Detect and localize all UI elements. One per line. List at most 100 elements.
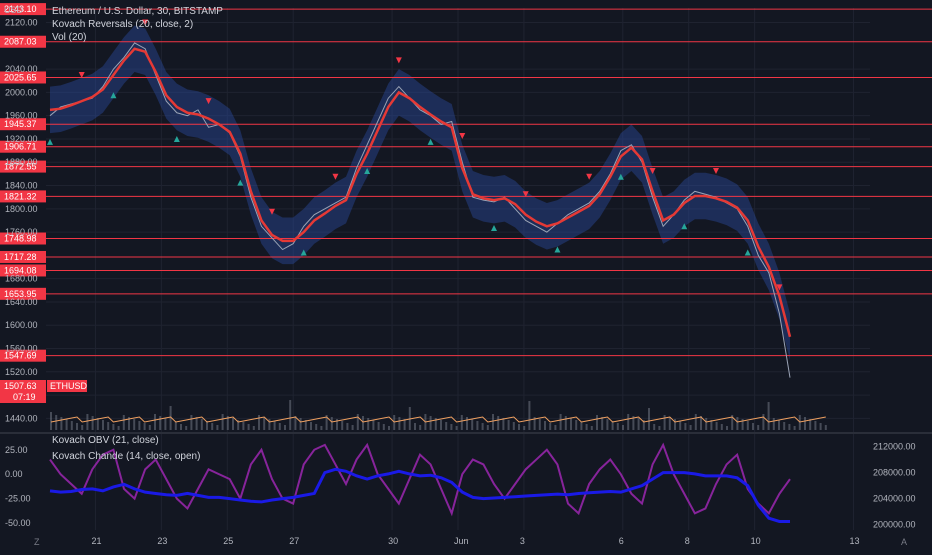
volume-bar [341, 421, 344, 430]
volume-bar [523, 426, 526, 430]
current-price: 1507.63 [4, 381, 37, 391]
volume-bar [70, 421, 73, 430]
volume-bar [736, 417, 739, 430]
time-tick-label: Jun [454, 536, 469, 546]
volume-bar [216, 425, 219, 430]
indicator-kovach-reversals[interactable]: Kovach Reversals (20, close, 2) [52, 19, 193, 30]
volume-bar [528, 401, 531, 430]
volume-bar [138, 421, 141, 430]
time-tick-label: 13 [850, 536, 860, 546]
volume-bar [502, 418, 505, 430]
volume-ma-line [50, 416, 826, 423]
volume-bar [590, 426, 593, 430]
volume-bar [596, 415, 598, 430]
volume-bar [486, 425, 489, 430]
volume-bar [653, 424, 656, 430]
volume-bar [289, 400, 292, 430]
volume-bar [601, 417, 604, 430]
price-tick-label: 2120.00 [5, 18, 38, 28]
time-tick-label: 23 [157, 536, 167, 546]
volume-bar [211, 423, 214, 430]
time-tick-label: 30 [388, 536, 398, 546]
volume-bar [107, 422, 110, 430]
volume-bar [180, 424, 182, 430]
volume-bar [720, 424, 723, 430]
volume-bar [76, 423, 78, 430]
volume-bar [554, 425, 557, 430]
time-tick-label: 27 [289, 536, 299, 546]
volume-bar [752, 423, 754, 430]
volume-bar [757, 425, 760, 430]
chande-tick-label: -50.00 [5, 518, 31, 528]
volume-bar [606, 419, 609, 430]
volume-bar [200, 419, 203, 430]
chart-canvas[interactable]: 2143.102087.032025.651945.371906.711872.… [0, 0, 932, 550]
price-tick-label: 2000.00 [5, 87, 38, 97]
trading-chart[interactable]: 2143.10 2087.03 2025.65 1945.37 1906.71 1872.… [0, 0, 932, 550]
obv-tick-label: 208000.00 [873, 468, 916, 478]
volume-bar [705, 418, 708, 430]
volume-bar [91, 416, 94, 430]
price-tick-label: 1440.00 [5, 413, 38, 423]
level-label: 1945.37 [4, 119, 37, 129]
zoom-icon-left[interactable]: Z [34, 537, 40, 547]
volume-bar [658, 426, 661, 430]
volume-bar [455, 426, 458, 430]
chart-title[interactable]: Ethereum / U.S. Dollar, 30, BITSTAMP [52, 6, 223, 17]
price-tick-label: 1920.00 [5, 134, 38, 144]
volume-bar [793, 426, 796, 430]
volume-bar [252, 426, 255, 430]
volume-bar [804, 417, 806, 430]
volume-bar [133, 419, 136, 430]
volume-bar [616, 423, 619, 430]
volume-bar [679, 421, 682, 430]
volume-bar [50, 412, 52, 430]
volume-bar [440, 420, 442, 430]
volume-bar [466, 417, 468, 430]
volume-bar [627, 414, 630, 430]
volume-bar [715, 422, 718, 430]
volume-bar [377, 422, 380, 430]
volume-bar [575, 420, 578, 430]
volume-bar [694, 414, 697, 430]
auto-scale-icon[interactable]: A [901, 537, 907, 547]
volume-bar [726, 426, 728, 430]
buy-marker [47, 138, 53, 145]
volume-bar [148, 425, 151, 430]
volume-bar [778, 420, 780, 430]
volume-bar [814, 421, 817, 430]
chande-tick-label: -25.00 [5, 494, 31, 504]
indicator-kovach-chande[interactable]: Kovach Chande (14, close, open) [52, 451, 200, 462]
volume-bar [585, 424, 588, 430]
volume-bar [668, 417, 671, 430]
volume-bar [403, 419, 406, 430]
volume-bar [476, 421, 479, 430]
volume-bar [788, 424, 791, 430]
price-tick-label: 1560.00 [5, 344, 38, 354]
volume-bar [419, 425, 422, 430]
volume-bar [60, 417, 63, 430]
volume-bar [299, 418, 302, 430]
countdown: 07:19 [13, 392, 36, 402]
volume-bar [637, 418, 640, 430]
volume-bar [273, 421, 276, 430]
time-tick-label: 3 [520, 536, 525, 546]
volume-bar [398, 417, 401, 430]
sell-marker [332, 173, 339, 180]
volume-bar [497, 416, 500, 430]
volume-bar [507, 420, 510, 430]
level-label: 2087.03 [4, 37, 37, 47]
volume-bar [278, 423, 281, 430]
buy-marker [744, 249, 751, 256]
volume-bar [232, 418, 234, 430]
sell-marker [713, 167, 719, 174]
volume-bar [538, 419, 541, 430]
volume-bar [96, 418, 99, 430]
volume-bar [450, 424, 453, 430]
volume-bar [429, 416, 432, 430]
indicator-volume[interactable]: Vol (20) [52, 32, 86, 43]
indicator-kovach-obv[interactable]: Kovach OBV (21, close) [52, 435, 159, 446]
price-tick-label: 1880.00 [5, 157, 38, 167]
volume-bar [622, 425, 624, 430]
volume-bar [159, 416, 162, 430]
